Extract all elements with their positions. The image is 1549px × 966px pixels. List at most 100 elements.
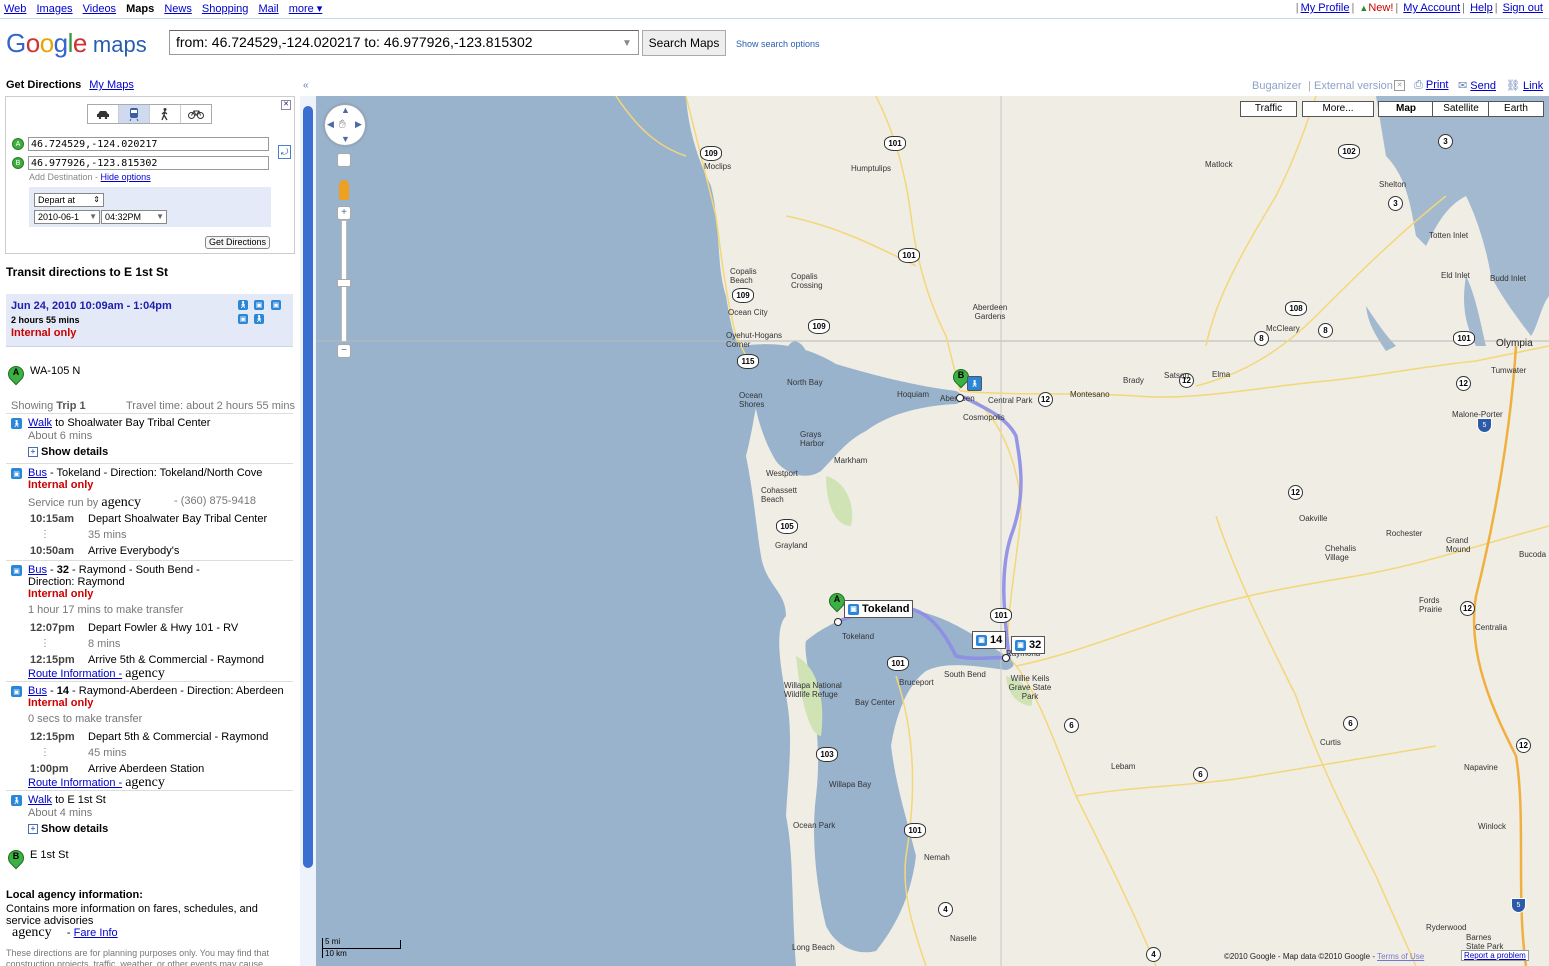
pan-down-icon[interactable]: ▼ bbox=[341, 134, 350, 144]
earth-view-button[interactable]: Earth bbox=[1488, 101, 1544, 117]
place-label: Matlock bbox=[1205, 160, 1233, 169]
get-directions-button[interactable]: Get Directions bbox=[204, 236, 270, 249]
arrive-stop: Arrive Aberdeen Station bbox=[88, 763, 205, 775]
tab-my-maps[interactable]: My Maps bbox=[89, 79, 134, 91]
bus-14-marker[interactable]: ▣ 14 bbox=[972, 631, 1007, 649]
nav-images[interactable]: Images bbox=[36, 3, 72, 15]
depart-time: 10:15am bbox=[30, 513, 75, 525]
trip-summary[interactable]: Jun 24, 2010 10:09am - 1:04pm 2 hours 55… bbox=[6, 294, 293, 347]
transit-mode-button[interactable] bbox=[119, 105, 150, 123]
place-label: Westport bbox=[766, 469, 798, 478]
satellite-view-button[interactable]: Satellite bbox=[1432, 101, 1490, 117]
ride-duration: 45 mins bbox=[88, 747, 127, 759]
search-maps-button[interactable]: Search Maps bbox=[642, 30, 726, 56]
buganizer-link[interactable]: Buganizer bbox=[1252, 80, 1302, 92]
street-view-pegman-icon[interactable] bbox=[339, 180, 349, 200]
place-label: Oyehut-Hogans Corner bbox=[726, 331, 783, 349]
nav-mail[interactable]: Mail bbox=[258, 3, 278, 15]
my-account-link[interactable]: My Account bbox=[1403, 2, 1460, 14]
reset-view-icon[interactable] bbox=[337, 153, 351, 167]
water-label: Grays Harbor bbox=[800, 430, 825, 448]
tab-get-directions[interactable]: Get Directions bbox=[6, 79, 81, 91]
puget-sound-inlets bbox=[1366, 96, 1549, 351]
route-information-link[interactable]: Route Information - bbox=[28, 777, 122, 789]
to-input[interactable]: 46.977926,-123.815302 bbox=[28, 156, 269, 170]
swap-icon[interactable]: ⤾ bbox=[278, 145, 291, 159]
print-button[interactable]: ⎙ Print bbox=[1414, 79, 1449, 92]
nav-web[interactable]: Web bbox=[4, 3, 26, 15]
hide-options-link[interactable]: Hide options bbox=[101, 172, 151, 182]
from-input[interactable]: 46.724529,-124.020217 bbox=[28, 137, 269, 151]
scrollbar-thumb[interactable] bbox=[303, 106, 313, 868]
report-problem-button[interactable]: Report a problem bbox=[1461, 950, 1529, 961]
link-button[interactable]: ⛓ Link bbox=[1506, 79, 1543, 92]
collapse-panel-icon[interactable]: « bbox=[303, 80, 309, 91]
ride-duration: 8 mins bbox=[88, 638, 121, 650]
tokeland-stop-marker[interactable]: ▣ Tokeland bbox=[844, 600, 914, 618]
walk-icon bbox=[161, 107, 168, 120]
close-directions-icon[interactable]: ✕ bbox=[281, 100, 291, 110]
show-search-options-link[interactable]: Show search options bbox=[736, 39, 820, 49]
train-icon bbox=[129, 107, 139, 121]
internal-only-label: Internal only bbox=[11, 327, 77, 339]
time-select[interactable]: 04:32PM ▼ bbox=[101, 210, 167, 224]
bus-link[interactable]: Bus bbox=[28, 685, 47, 697]
search-input[interactable]: from: 46.724529,-124.020217 to: 46.97792… bbox=[169, 30, 639, 55]
bike-mode-button[interactable] bbox=[181, 105, 211, 123]
external-version-link[interactable]: External version bbox=[1314, 80, 1393, 92]
place-label-olympia: Olympia bbox=[1496, 338, 1533, 349]
add-destination-link[interactable]: Add Destination bbox=[29, 172, 93, 182]
panel-scrollbar[interactable] bbox=[300, 96, 316, 966]
terms-of-use-link[interactable]: Terms of Use bbox=[1377, 952, 1424, 961]
zoom-slider-handle[interactable] bbox=[337, 279, 351, 287]
pan-right-icon[interactable]: ▶ bbox=[355, 119, 362, 130]
bus-32-marker[interactable]: ▣ 32 bbox=[1011, 636, 1046, 654]
place-label: Ocean Park bbox=[793, 821, 836, 830]
car-mode-button[interactable] bbox=[88, 105, 119, 123]
pan-left-icon[interactable]: ◀ bbox=[327, 119, 334, 130]
place-label: Elma bbox=[1212, 370, 1231, 379]
pacific-ocean bbox=[316, 96, 796, 966]
depart-select[interactable]: Depart at ⇕ bbox=[34, 193, 104, 207]
zoom-in-button[interactable]: + bbox=[337, 206, 351, 220]
bus-link[interactable]: Bus bbox=[28, 467, 47, 479]
place-label: Brady bbox=[1123, 376, 1144, 385]
show-details-toggle[interactable]: + Show details bbox=[28, 446, 108, 458]
close-icon[interactable]: ✕ bbox=[1394, 80, 1405, 91]
place-label: Eld Inlet bbox=[1441, 271, 1470, 280]
bus-link[interactable]: Bus bbox=[28, 564, 47, 576]
search-dropdown-icon[interactable]: ▼ bbox=[622, 38, 632, 49]
walk-marker-icon[interactable]: 🚶︎ bbox=[967, 376, 982, 391]
map-view-button[interactable]: Map bbox=[1378, 101, 1434, 117]
trip-duration: 2 hours 55 mins bbox=[11, 315, 80, 325]
nav-more[interactable]: more ▾ bbox=[289, 3, 323, 15]
sign-out-link[interactable]: Sign out bbox=[1503, 2, 1543, 14]
nav-news[interactable]: News bbox=[164, 3, 192, 15]
show-details-toggle[interactable]: + Show details bbox=[28, 823, 108, 835]
place-label: Tumwater bbox=[1491, 366, 1527, 375]
divider bbox=[6, 790, 293, 791]
more-button[interactable]: More... bbox=[1302, 101, 1374, 117]
traffic-button[interactable]: Traffic bbox=[1240, 101, 1297, 117]
my-profile-link[interactable]: My Profile bbox=[1301, 2, 1350, 14]
nav-videos[interactable]: Videos bbox=[83, 3, 116, 15]
nav-shopping[interactable]: Shopping bbox=[202, 3, 249, 15]
water-label: North Bay bbox=[787, 378, 823, 387]
pan-control[interactable]: ▲ ▼ ◀ ▶ ✋︎ bbox=[324, 104, 366, 146]
pan-up-icon[interactable]: ▲ bbox=[341, 105, 350, 115]
send-button[interactable]: ✉ Send bbox=[1458, 79, 1496, 92]
place-label: Bruceport bbox=[899, 678, 934, 687]
help-link[interactable]: Help bbox=[1470, 2, 1493, 14]
date-select[interactable]: 2010-06-1 ▼ bbox=[34, 210, 100, 224]
zoom-out-button[interactable]: − bbox=[337, 344, 351, 358]
fare-info-link[interactable]: Fare Info bbox=[74, 927, 118, 939]
route-information-link[interactable]: Route Information - bbox=[28, 668, 122, 680]
map-canvas[interactable]: 109 101 101 109 109 115 102 108 101 105 … bbox=[316, 96, 1549, 966]
walk-link[interactable]: Walk bbox=[28, 417, 52, 429]
walk-mode-button[interactable] bbox=[150, 105, 181, 123]
arrive-time: 1:00pm bbox=[30, 763, 69, 775]
directions-panel: Get Directions My Maps ✕ A 46.724529,-12… bbox=[0, 74, 300, 966]
walk-link[interactable]: Walk bbox=[28, 794, 52, 806]
google-maps-logo[interactable]: Google maps bbox=[6, 28, 147, 59]
start-marker-a[interactable]: A bbox=[825, 589, 849, 619]
